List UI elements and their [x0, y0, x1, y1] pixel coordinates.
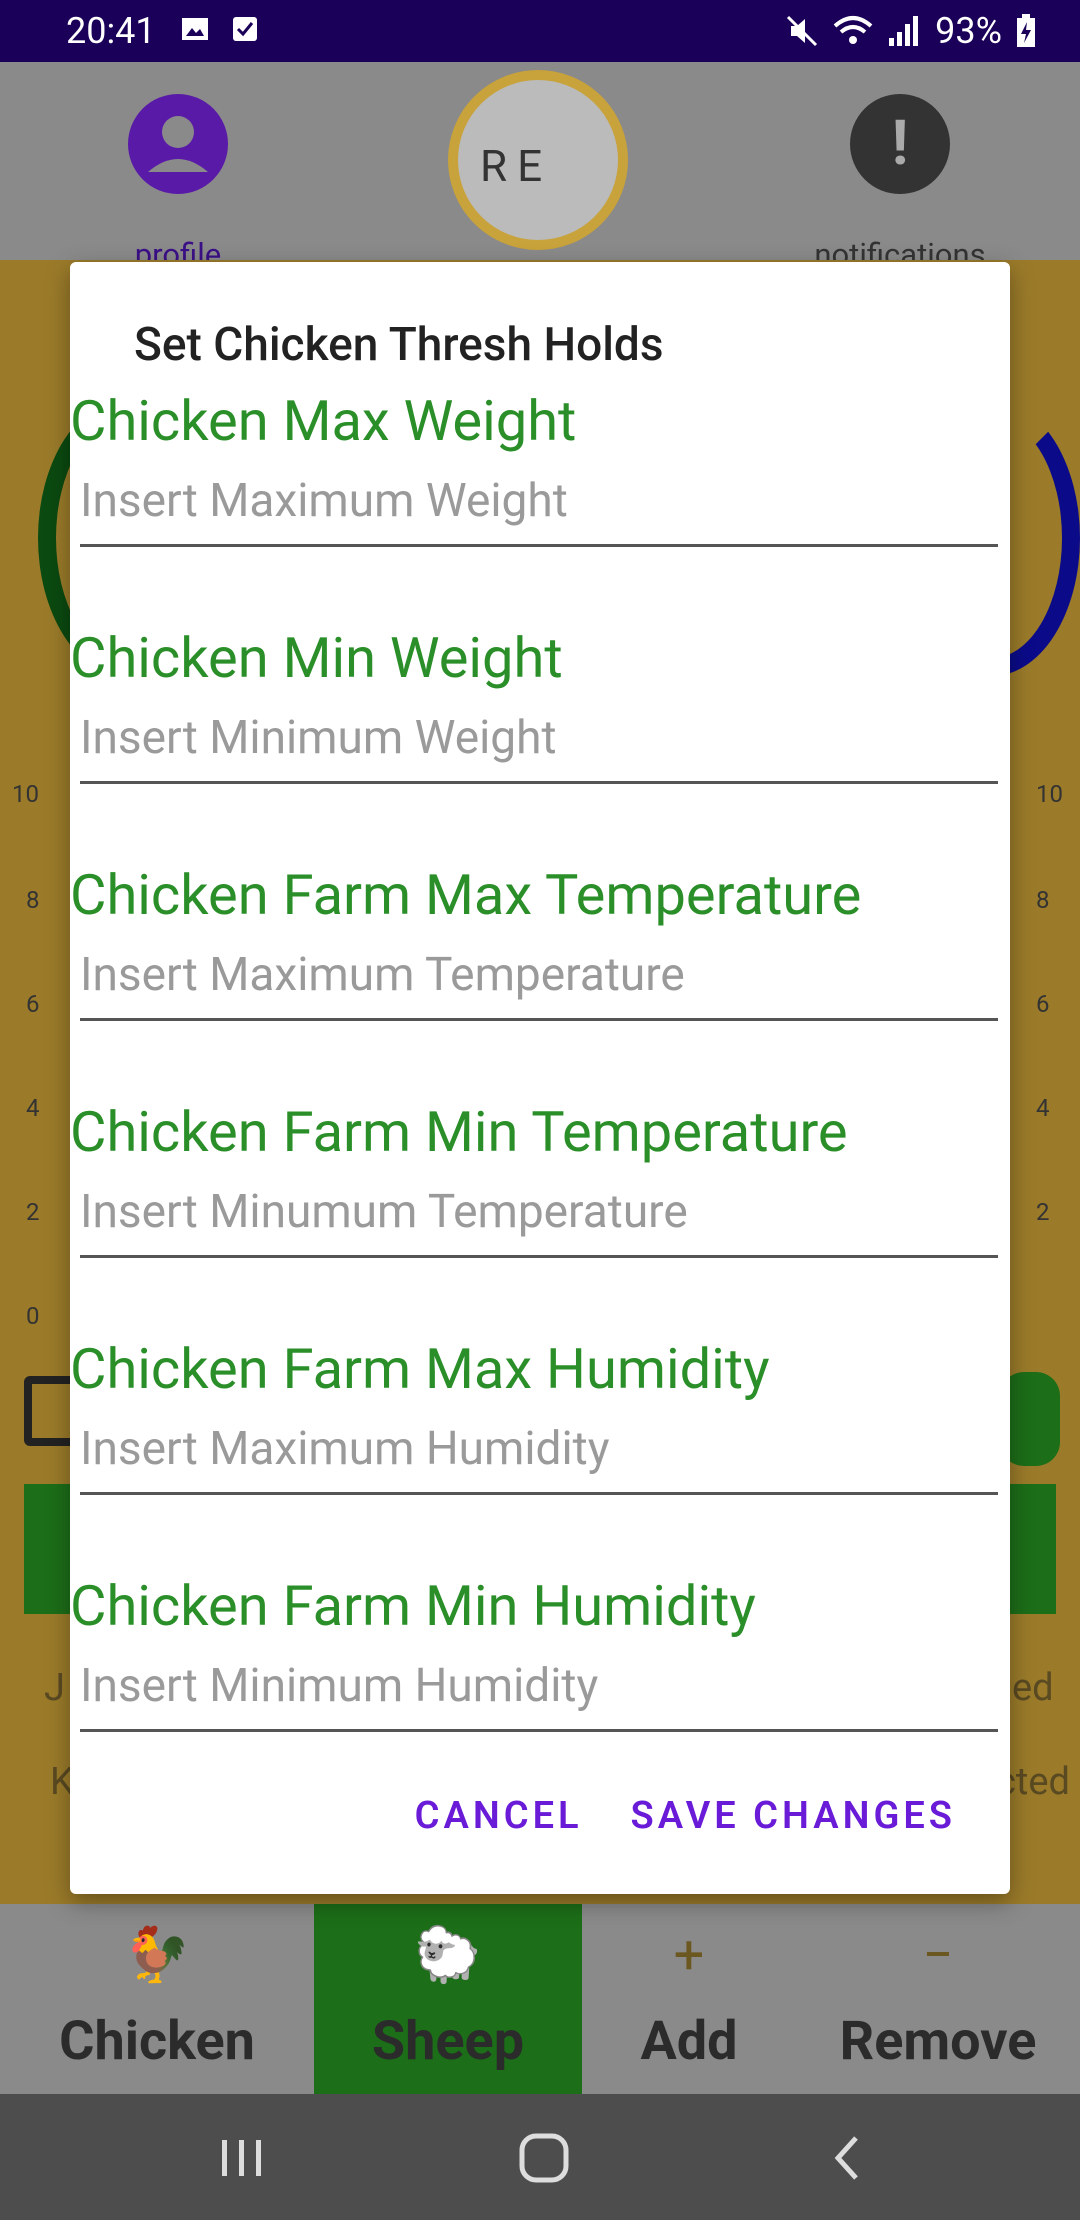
profile-button[interactable]: profile	[128, 94, 228, 273]
axis-tick: 10	[1036, 780, 1063, 808]
max-temperature-input[interactable]	[80, 942, 998, 1021]
nav-item-remove[interactable]: − Remove	[796, 1904, 1080, 2094]
logo-text: RE	[480, 140, 553, 192]
wifi-icon	[833, 16, 873, 44]
plus-icon: +	[673, 1924, 705, 1987]
field-label: Chicken Max Weight	[70, 388, 577, 454]
back-icon[interactable]	[818, 2128, 878, 2188]
chicken-icon: 🐓	[123, 1924, 191, 1987]
field-label: Chicken Min Weight	[70, 625, 563, 691]
dialog-title: Set Chicken Thresh Holds	[134, 318, 664, 372]
home-icon[interactable]	[514, 2128, 574, 2188]
battery-percent: 93%	[935, 10, 1002, 52]
battery-icon	[1017, 14, 1035, 47]
nav-label: Add	[640, 2010, 738, 2073]
mute-icon	[787, 15, 818, 47]
threshold-dialog: Set Chicken Thresh Holds Chicken Max Wei…	[70, 262, 1010, 1894]
nav-item-sheep[interactable]: 🐑 Sheep	[314, 1904, 582, 2094]
status-time: 20:41	[66, 10, 156, 52]
axis-tick: 8	[1036, 886, 1050, 914]
min-humidity-input[interactable]	[80, 1653, 998, 1732]
checkbox-notification-icon	[233, 17, 257, 41]
app-logo: RE	[448, 70, 628, 250]
background-green-block	[1010, 1484, 1056, 1614]
nav-item-chicken[interactable]: 🐓 Chicken	[0, 1904, 314, 2094]
background-text: ed	[1012, 1666, 1054, 1710]
save-changes-button[interactable]: SAVE CHANGES	[631, 1786, 956, 1846]
image-notification-icon	[182, 18, 208, 40]
dialog-actions: CANCEL SAVE CHANGES	[415, 1786, 956, 1846]
sheep-icon: 🐑	[414, 1924, 482, 1987]
axis-tick: 4	[26, 1094, 40, 1122]
field-label: Chicken Farm Max Temperature	[70, 862, 862, 928]
nav-label: Sheep	[371, 2010, 525, 2073]
system-nav-bar	[0, 2094, 1080, 2220]
axis-tick: 2	[1036, 1198, 1050, 1226]
min-weight-input[interactable]	[80, 705, 998, 784]
signal-icon	[889, 16, 919, 46]
bottom-nav: 🐓 Chicken 🐑 Sheep + Add − Remove	[0, 1904, 1080, 2094]
recent-apps-icon[interactable]	[212, 2128, 272, 2188]
notifications-icon: !	[850, 94, 950, 194]
axis-tick: 2	[26, 1198, 40, 1226]
min-temperature-input[interactable]	[80, 1179, 998, 1258]
app-bar: profile RE ! notifications	[0, 62, 1080, 273]
field-label: Chicken Farm Max Humidity	[70, 1336, 770, 1402]
nav-item-add[interactable]: + Add	[582, 1904, 796, 2094]
max-weight-input[interactable]	[80, 468, 998, 547]
status-right: 93%	[785, 10, 1036, 52]
field-label: Chicken Farm Min Humidity	[70, 1573, 756, 1639]
notifications-button[interactable]: ! notifications	[814, 94, 986, 273]
nav-label: Chicken	[59, 2010, 255, 2073]
status-bar: 20:41 93%	[0, 0, 1080, 62]
background-text: J	[44, 1666, 65, 1710]
max-humidity-input[interactable]	[80, 1416, 998, 1495]
axis-tick: 10	[12, 780, 39, 808]
minus-icon: −	[922, 1924, 954, 1987]
axis-tick: 4	[1036, 1094, 1050, 1122]
profile-icon	[128, 94, 228, 194]
nav-label: Remove	[839, 2010, 1037, 2073]
axis-tick: 8	[26, 886, 40, 914]
field-label: Chicken Farm Min Temperature	[70, 1099, 848, 1165]
axis-tick: 6	[1036, 990, 1050, 1018]
cancel-button[interactable]: CANCEL	[415, 1786, 583, 1846]
axis-tick: 0	[26, 1302, 40, 1330]
axis-tick: 6	[26, 990, 40, 1018]
